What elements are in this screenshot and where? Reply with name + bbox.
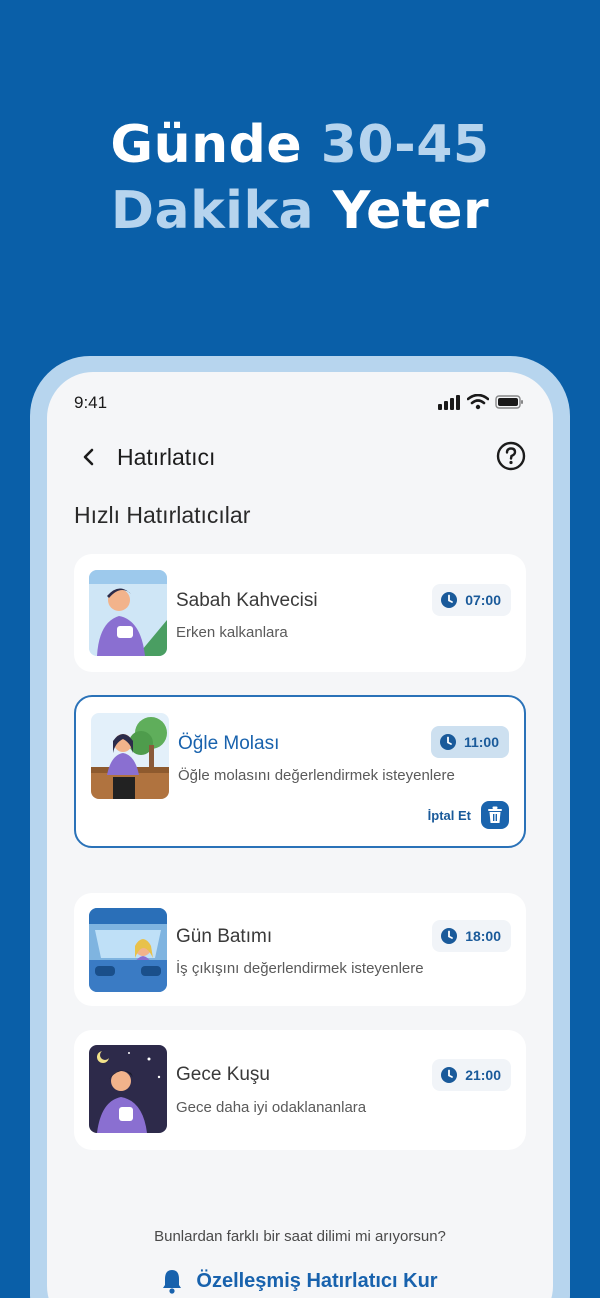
headline-line-1: Günde 30-45	[0, 112, 600, 178]
trash-icon	[488, 806, 502, 823]
cancel-label[interactable]: İptal Et	[428, 808, 471, 823]
reminder-illustration	[89, 570, 167, 656]
battery-icon	[495, 395, 523, 409]
reminder-illustration	[89, 1045, 167, 1133]
status-time: 9:41	[74, 393, 108, 412]
reminder-title: Gece Kuşu	[176, 1064, 270, 1085]
signal-icon	[438, 395, 460, 410]
status-bar: 9:41	[47, 372, 553, 432]
status-icons	[437, 394, 525, 410]
time-badge[interactable]: 07:00	[432, 584, 511, 616]
footer-question: Bunlardan farklı bir saat dilimi mi arıy…	[154, 1228, 446, 1245]
time-badge[interactable]: 21:00	[432, 1059, 511, 1091]
clock-icon	[441, 1067, 458, 1083]
time-badge[interactable]: 11:00	[430, 726, 509, 758]
reminder-subtitle: Öğle molasını değerlendirmek isteyenlere	[178, 767, 455, 784]
time-badge[interactable]: 18:00	[432, 920, 511, 952]
reminder-subtitle: İş çıkışını değerlendirmek isteyenlere	[176, 960, 424, 977]
headline-accent: 30-45	[320, 115, 490, 175]
phone-screen: 9:41 Hatırlatıcı Hızlı Hatırlatıcılar Sa…	[47, 372, 553, 1298]
reminder-title: Gün Batımı	[176, 926, 273, 947]
page-title: Hatırlatıcı	[117, 444, 216, 470]
reminder-card-night[interactable]: Gece Kuşu Gece daha iyi odaklananlara 21…	[74, 1030, 526, 1150]
time-value: 11:00	[463, 734, 499, 750]
reminder-title: Öğle Molası	[178, 733, 280, 754]
delete-button[interactable]	[481, 801, 509, 829]
time-value: 18:00	[465, 928, 501, 944]
clock-icon	[439, 734, 456, 750]
headline-text: Günde	[110, 115, 321, 175]
reminder-subtitle: Erken kalkanlara	[176, 624, 288, 641]
clock-icon	[441, 928, 458, 944]
back-icon[interactable]	[77, 445, 101, 469]
wifi-icon	[467, 394, 489, 410]
reminder-card-morning[interactable]: Sabah Kahvecisi Erken kalkanlara 07:00	[74, 554, 526, 672]
reminder-subtitle: Gece daha iyi odaklananlara	[176, 1099, 367, 1116]
headline-accent: Dakika	[110, 181, 315, 241]
custom-reminder-button[interactable]: Özelleşmiş Hatırlatıcı Kur	[47, 1268, 553, 1294]
time-value: 07:00	[465, 592, 501, 608]
time-value: 21:00	[465, 1067, 501, 1083]
cancel-reminder[interactable]: İptal Et	[428, 801, 509, 829]
headline-line-2: Dakika Yeter	[0, 178, 600, 244]
headline: Günde 30-45 Dakika Yeter	[0, 112, 600, 244]
help-icon[interactable]	[496, 441, 526, 471]
clock-icon	[441, 592, 458, 608]
reminder-card-sunset[interactable]: Gün Batımı İş çıkışını değerlendirmek is…	[74, 893, 526, 1006]
reminder-illustration	[91, 713, 169, 799]
reminder-title: Sabah Kahvecisi	[176, 590, 318, 611]
bell-icon	[163, 1270, 182, 1294]
custom-reminder-label[interactable]: Özelleşmiş Hatırlatıcı Kur	[196, 1270, 437, 1293]
reminder-card-noon[interactable]: Öğle Molası Öğle molasını değerlendirmek…	[74, 695, 526, 848]
reminder-illustration	[89, 908, 167, 992]
section-title: Hızlı Hatırlatıcılar	[74, 502, 251, 528]
headline-text: Yeter	[314, 181, 490, 241]
nav-bar: Hatırlatıcı	[47, 438, 553, 478]
